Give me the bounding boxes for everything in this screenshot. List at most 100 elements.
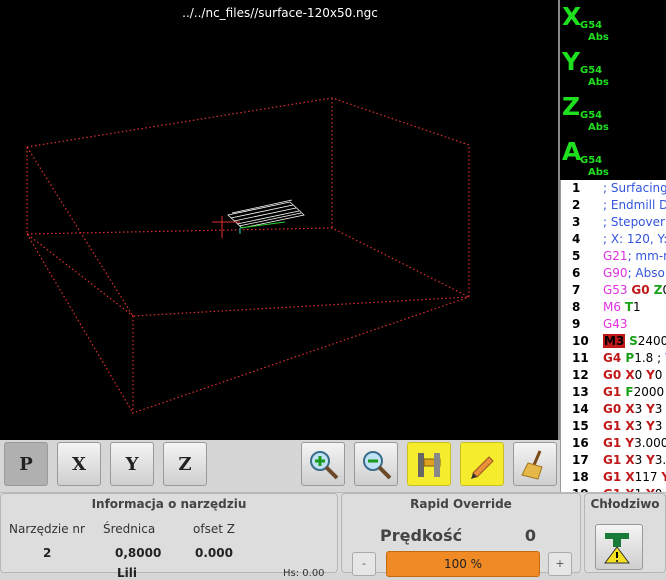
coord-mode: Abs: [588, 77, 609, 88]
code-token: ; Absolu: [627, 266, 666, 280]
code-token: T: [624, 300, 633, 314]
coolant-toggle-button[interactable]: [595, 524, 643, 570]
line-code: M3 S24000: [603, 334, 666, 348]
draw-toggle-button[interactable]: [460, 442, 504, 486]
line-number: 8: [572, 300, 581, 314]
gcode-line[interactable]: 17 G1 X3 Y3.00: [561, 452, 666, 469]
coord-system: G54: [580, 65, 603, 76]
clear-plot-button[interactable]: [513, 442, 557, 486]
line-code: ; Endmill Dia: [603, 198, 666, 212]
line-code: ; Surfacing A: [603, 181, 666, 195]
axis-letter: Z: [562, 92, 581, 121]
gcode-line[interactable]: 2 ; Endmill Dia: [561, 197, 666, 214]
gcode-line[interactable]: 11 G4 P1.8 ; W: [561, 350, 666, 367]
line-number: 12: [572, 368, 589, 382]
line-code: G1 X117 Y3: [603, 470, 666, 484]
tool-number-header: Narzędzie nr: [9, 522, 85, 536]
line-number: 18: [572, 470, 589, 484]
coord-system: G54: [580, 110, 603, 121]
code-token: Y: [661, 470, 666, 484]
rapid-decrease-button[interactable]: -: [352, 552, 376, 576]
line-code: M6 T1: [603, 300, 641, 314]
preview-3d-viewport[interactable]: ../../nc_files//surface-120x50.ngc: [0, 0, 560, 440]
gcode-line[interactable]: 12 G0 X0 Y0: [561, 367, 666, 384]
coolant-title: Chłodziwo: [590, 497, 660, 511]
line-number: 4: [572, 232, 581, 246]
line-code: G1 X3 Y3 Z-: [603, 419, 666, 433]
gcode-line[interactable]: 1 ; Surfacing A: [561, 180, 666, 197]
view-y-button[interactable]: Y: [110, 442, 154, 486]
coolant-group: Chłodziwo: [584, 493, 666, 573]
origin-marker: [212, 216, 286, 238]
gcode-line[interactable]: 14 G0 X3 Y3 Z1: [561, 401, 666, 418]
rapid-increase-button[interactable]: +: [548, 552, 572, 576]
code-token: G4: [603, 351, 626, 365]
view-z-button[interactable]: Z: [163, 442, 207, 486]
gcode-line[interactable]: 9 G43: [561, 316, 666, 333]
code-token: ; Stepover: 9: [603, 215, 666, 229]
line-code: G1 F2000: [603, 385, 664, 399]
code-token: 0: [634, 368, 647, 382]
code-token: 1.8 ;: [634, 351, 665, 365]
z-offset-value: 0.000: [195, 546, 233, 560]
line-code: G53 G0 Z0: [603, 283, 666, 297]
code-token: 3: [634, 453, 647, 467]
code-token: Y: [646, 402, 655, 416]
rapid-override-slider[interactable]: 100 %: [386, 551, 540, 577]
gcode-line[interactable]: 5 G21; mm-m: [561, 248, 666, 265]
code-token: 3: [634, 402, 647, 416]
diameter-header: Średnica: [103, 522, 156, 536]
gcode-line[interactable]: 3 ; Stepover: 9: [561, 214, 666, 231]
code-token: P: [625, 351, 635, 365]
gcode-line[interactable]: 16 G1 Y3.0000: [561, 435, 666, 452]
line-code: G0 X0 Y0: [603, 368, 662, 382]
code-token: ; Endmill Dia: [603, 198, 666, 212]
coord-mode: Abs: [588, 122, 609, 133]
measure-tool-button[interactable]: [407, 442, 451, 486]
code-token: ; Surfacing A: [603, 181, 666, 195]
gcode-line[interactable]: 4 ; X: 120, Y: 1: [561, 231, 666, 248]
rapid-override-group: Rapid Override Prędkość 0 - 100 % +: [341, 493, 581, 577]
coolant-icon: [604, 533, 630, 564]
code-token: ; X: 120, Y: 1: [603, 232, 666, 246]
code-token: M3: [603, 334, 626, 348]
broom-icon: [521, 450, 543, 480]
view-p-button[interactable]: P: [4, 442, 48, 486]
line-number: 16: [572, 436, 589, 450]
code-token: 3.00: [654, 453, 666, 467]
coord-system: G54: [580, 155, 603, 166]
axis-letter: X: [562, 2, 582, 31]
code-token: 117: [634, 470, 662, 484]
gcode-line[interactable]: 7 G53 G0 Z0: [561, 282, 666, 299]
gcode-listing[interactable]: 1 ; Surfacing A 2 ; Endmill Dia 3 ; Stepover:…: [560, 180, 666, 492]
toolpath-canvas: [26, 97, 470, 414]
code-token: G90: [603, 266, 628, 280]
gcode-line[interactable]: 18 G1 X117 Y3: [561, 469, 666, 486]
line-code: G1 Y3.0000: [603, 436, 666, 450]
gcode-line[interactable]: 10 M3 S24000: [561, 333, 666, 350]
code-token: ; mm-m: [627, 249, 666, 263]
gcode-line[interactable]: 8 M6 T1: [561, 299, 666, 316]
code-token: 3: [634, 419, 647, 433]
code-token: 3: [654, 402, 666, 416]
tool-info-title: Informacja o narzędziu: [91, 497, 247, 511]
gcode-line[interactable]: 6 G90; Absolu: [561, 265, 666, 282]
code-token: G43: [603, 317, 628, 331]
surface-toolpath: [227, 199, 305, 229]
gcode-line[interactable]: 13 G1 F2000: [561, 384, 666, 401]
line-number: 3: [572, 215, 581, 229]
zoom-in-button[interactable]: [301, 442, 345, 486]
code-token: G21: [603, 249, 628, 263]
tool-number-value: 2: [43, 546, 52, 560]
code-token: S: [629, 334, 638, 348]
coord-mode: Abs: [588, 32, 609, 43]
view-x-button[interactable]: X: [57, 442, 101, 486]
line-number: 6: [572, 266, 581, 280]
code-token: 3.0000: [634, 436, 666, 450]
line-code: G4 P1.8 ; W: [603, 351, 666, 365]
zoom-out-button[interactable]: [354, 442, 398, 486]
gcode-line[interactable]: 15 G1 X3 Y3 Z-: [561, 418, 666, 435]
zoom-in-icon: [310, 451, 339, 480]
code-token: 0: [662, 283, 666, 297]
line-code: G1 X3 Y3.00: [603, 453, 666, 467]
